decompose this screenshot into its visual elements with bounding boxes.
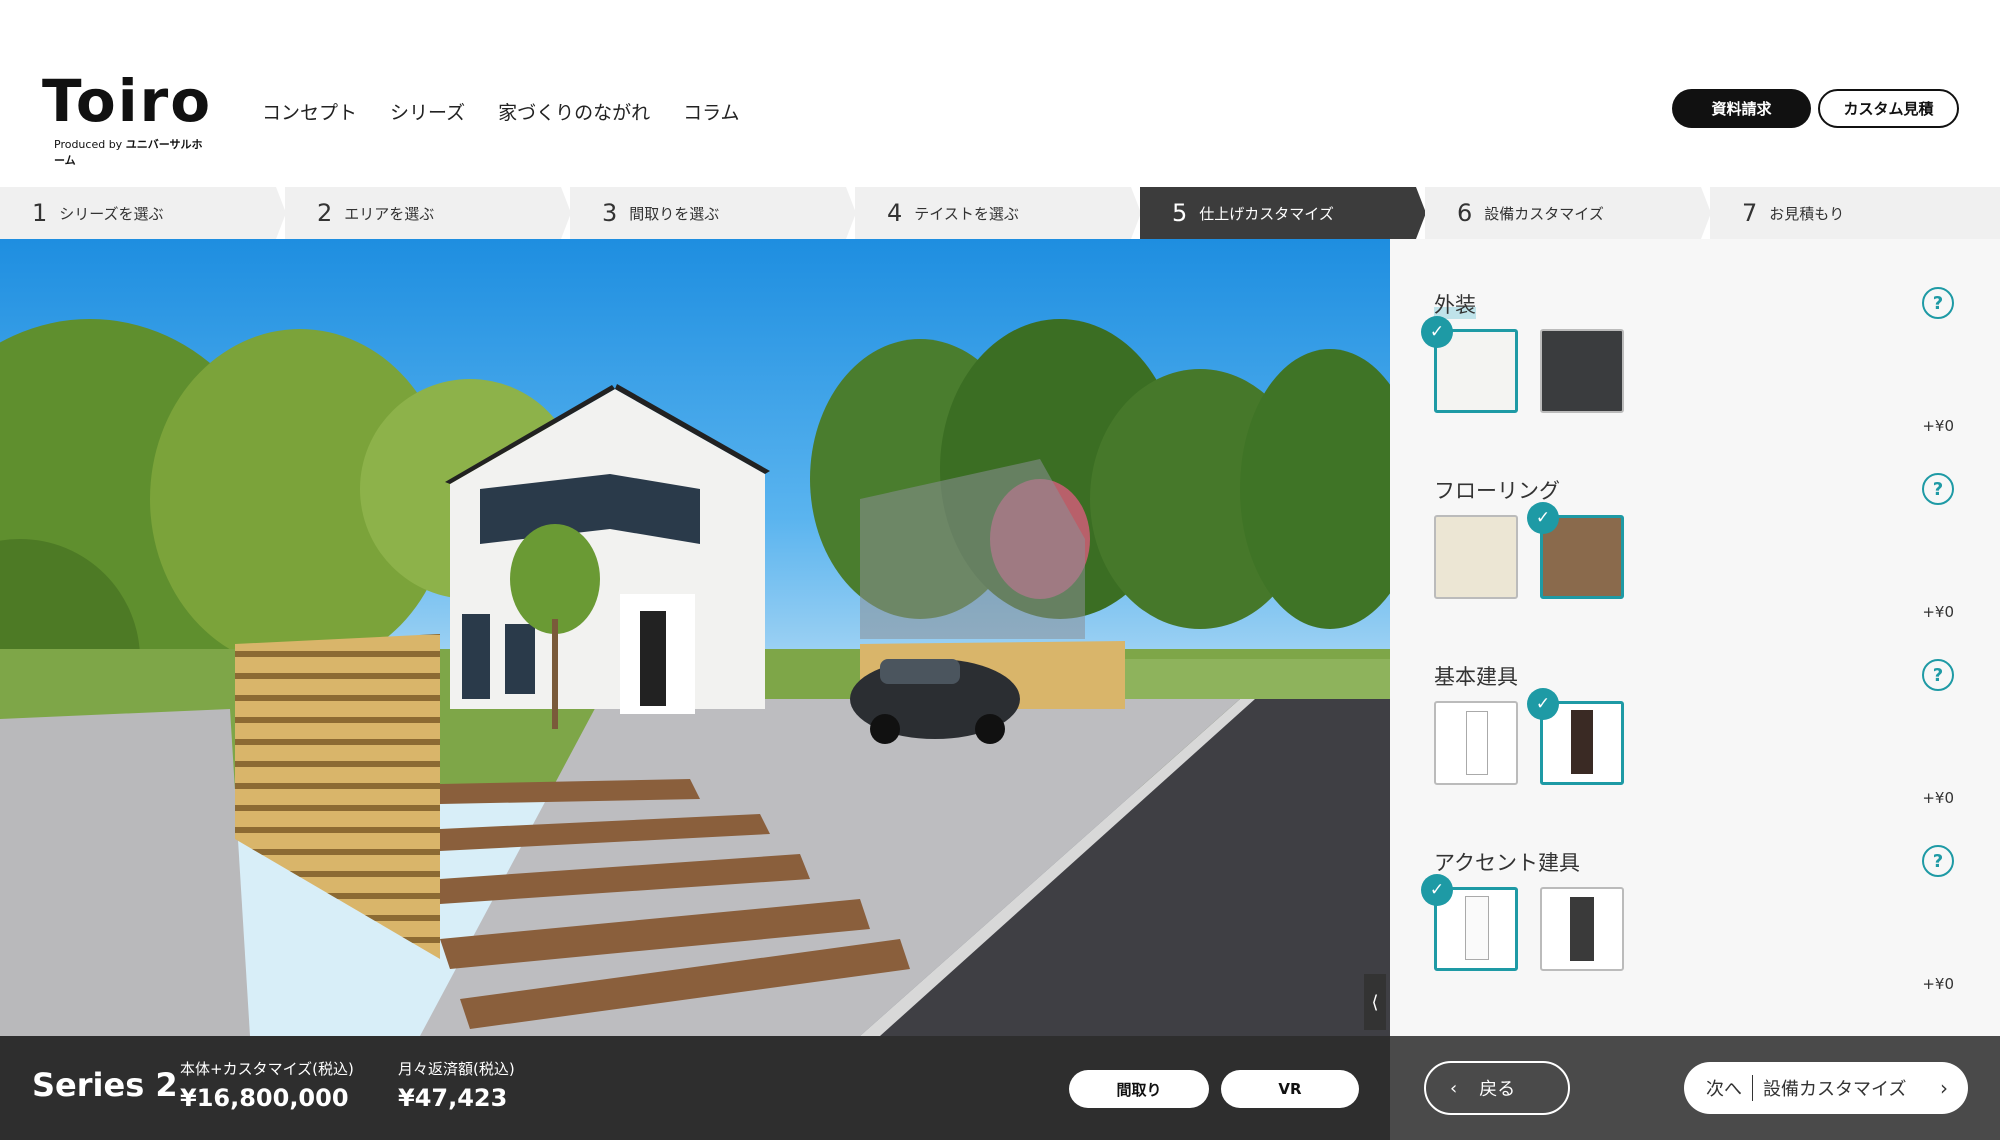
accent-door-option-dark[interactable] bbox=[1540, 887, 1624, 971]
section-title: 基本建具 bbox=[1434, 665, 1518, 689]
chevron-left-icon: ‹ bbox=[1450, 1077, 1458, 1099]
main-nav: コンセプト シリーズ 家づくりのながれ コラム bbox=[262, 98, 740, 125]
car-illustration bbox=[850, 659, 1020, 744]
step-6[interactable]: 6 設備カスタマイズ bbox=[1425, 187, 1711, 239]
step-5-active[interactable]: 5 仕上げカスタマイズ bbox=[1140, 187, 1426, 239]
section-exterior: 外装 ? ✓ +¥0 bbox=[1421, 287, 1954, 475]
exterior-option-dark[interactable] bbox=[1540, 329, 1624, 413]
check-icon: ✓ bbox=[1421, 316, 1453, 348]
door-option-dark[interactable]: ✓ bbox=[1527, 688, 1624, 785]
vr-button[interactable]: VR bbox=[1221, 1070, 1359, 1108]
house-render-illustration bbox=[0, 319, 1390, 1036]
flooring-option-light[interactable] bbox=[1434, 515, 1518, 599]
monthly-payment-label: 月々返済額(税込) bbox=[398, 1060, 515, 1078]
step-progress: 1 シリーズを選ぶ 2 エリアを選ぶ 3 間取りを選ぶ 4 テイストを選ぶ 5 … bbox=[0, 187, 2000, 239]
toiro-logo[interactable]: Toiro Produced by ユニバーサルホーム bbox=[42, 67, 213, 167]
section-flooring: フローリング ? ✓ +¥0 bbox=[1434, 473, 1954, 661]
logo-wordmark: Toiro bbox=[42, 67, 213, 135]
help-icon[interactable]: ? bbox=[1922, 659, 1954, 691]
section-basic-doors: 基本建具 ? ✓ +¥0 bbox=[1434, 659, 1954, 847]
flooring-price: +¥0 bbox=[1922, 603, 1954, 621]
exterior-price: +¥0 bbox=[1922, 417, 1954, 435]
door-shape bbox=[1571, 710, 1593, 774]
monthly-payment-value: ¥47,423 bbox=[398, 1084, 508, 1112]
nav-flow[interactable]: 家づくりのながれ bbox=[498, 98, 650, 125]
check-icon: ✓ bbox=[1421, 874, 1453, 906]
section-title: アクセント建具 bbox=[1434, 851, 1580, 875]
door-shape bbox=[1570, 897, 1594, 961]
door-shape bbox=[1465, 896, 1489, 960]
door-option-white[interactable] bbox=[1434, 701, 1518, 785]
house-3d-view[interactable] bbox=[0, 239, 1390, 1036]
nav-concept[interactable]: コンセプト bbox=[262, 98, 357, 125]
step-7[interactable]: 7 お見積もり bbox=[1710, 187, 2000, 239]
check-icon: ✓ bbox=[1527, 502, 1559, 534]
floorplan-button[interactable]: 間取り bbox=[1069, 1070, 1209, 1108]
help-icon[interactable]: ? bbox=[1922, 473, 1954, 505]
nav-series[interactable]: シリーズ bbox=[390, 98, 465, 125]
custom-estimate-button[interactable]: カスタム見積 bbox=[1818, 89, 1959, 128]
collapse-panel-toggle[interactable]: ⟨ bbox=[1364, 974, 1386, 1030]
help-icon[interactable]: ? bbox=[1922, 287, 1954, 319]
step-2[interactable]: 2 エリアを選ぶ bbox=[285, 187, 571, 239]
total-price-value: ¥16,800,000 bbox=[180, 1084, 349, 1112]
divider bbox=[1752, 1075, 1753, 1101]
doc-request-button[interactable]: 資料請求 bbox=[1672, 89, 1811, 128]
help-icon[interactable]: ? bbox=[1922, 845, 1954, 877]
door-shape bbox=[1466, 711, 1488, 775]
step-4[interactable]: 4 テイストを選ぶ bbox=[855, 187, 1141, 239]
accent-doors-price: +¥0 bbox=[1922, 975, 1954, 993]
step-3[interactable]: 3 間取りを選ぶ bbox=[570, 187, 856, 239]
chevron-right-icon: › bbox=[1940, 1076, 1948, 1100]
total-price-label: 本体+カスタマイズ(税込) bbox=[180, 1060, 354, 1078]
customize-panel: 外装 ? ✓ +¥0 フローリング ? ✓ +¥0 基本建具 ? ✓ +¥0 ア… bbox=[1390, 239, 2000, 1036]
logo-subtitle: Produced by ユニバーサルホーム bbox=[54, 138, 203, 167]
exterior-option-white[interactable]: ✓ bbox=[1421, 316, 1518, 413]
section-title: フローリング bbox=[1434, 479, 1560, 503]
series-name: Series 2 bbox=[32, 1066, 178, 1104]
nav-column[interactable]: コラム bbox=[683, 98, 739, 125]
step-1[interactable]: 1 シリーズを選ぶ bbox=[0, 187, 286, 239]
accent-door-option-white[interactable]: ✓ bbox=[1421, 874, 1518, 971]
flooring-option-brown[interactable]: ✓ bbox=[1527, 502, 1624, 599]
bottom-bar: Series 2 本体+カスタマイズ(税込) ¥16,800,000 月々返済額… bbox=[0, 1036, 2000, 1140]
next-button[interactable]: 次へ 設備カスタマイズ › bbox=[1684, 1062, 1968, 1114]
basic-doors-price: +¥0 bbox=[1922, 789, 1954, 807]
back-button[interactable]: ‹ 戻る bbox=[1424, 1061, 1570, 1115]
check-icon: ✓ bbox=[1527, 688, 1559, 720]
section-title: 外装 bbox=[1434, 289, 1954, 319]
site-header: Toiro Produced by ユニバーサルホーム コンセプト シリーズ 家… bbox=[0, 0, 2000, 187]
wood-fence-left bbox=[235, 634, 440, 959]
section-accent-doors: アクセント建具 ? ✓ +¥0 bbox=[1421, 845, 1954, 1033]
